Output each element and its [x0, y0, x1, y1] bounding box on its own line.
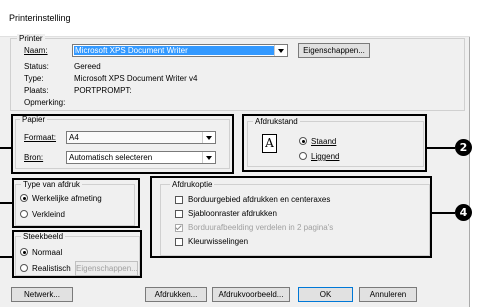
callout-print-options-box	[150, 176, 432, 258]
dialog-title: Printerinstelling	[9, 13, 71, 23]
type-label: Type:	[24, 74, 44, 83]
place-label: Plaats:	[24, 86, 49, 95]
print-button[interactable]: Afdrukken...	[145, 287, 207, 302]
comment-label: Opmerking:	[24, 98, 66, 107]
callout-paper-line	[0, 147, 11, 149]
status-value: Gereed	[74, 62, 101, 71]
cancel-button[interactable]: Annuleren	[359, 287, 417, 302]
callout-paper-box	[11, 114, 234, 174]
title-bar: Printerinstelling	[0, 0, 470, 37]
type-value: Microsoft XPS Document Writer v4	[74, 74, 198, 83]
network-button[interactable]: Netwerk...	[11, 287, 73, 302]
callout-badge-4: 4	[455, 204, 472, 221]
callout-stitch-image-line	[0, 256, 12, 258]
status-label: Status:	[24, 62, 49, 71]
callout-badge-2: 2	[455, 139, 472, 156]
callout-orientation-line	[427, 147, 455, 149]
print-preview-button[interactable]: Afdrukvoorbeeld...	[212, 287, 290, 302]
callout-print-options-line	[432, 212, 455, 214]
printer-group-legend: Printer	[17, 34, 45, 43]
ok-button[interactable]: OK	[298, 287, 353, 302]
place-value: PORTPROMPT:	[74, 86, 132, 95]
printer-name-value: Microsoft XPS Document Writer	[75, 46, 188, 55]
callout-print-type-line	[0, 202, 12, 204]
chevron-down-icon	[274, 45, 287, 56]
printer-name-dropdown[interactable]: Microsoft XPS Document Writer	[72, 44, 288, 57]
printer-name-label: Naam:	[24, 46, 48, 55]
printer-properties-button[interactable]: Eigenschappen...	[298, 43, 370, 58]
callout-orientation-box	[242, 114, 427, 172]
callout-stitch-image-box	[12, 230, 142, 278]
callout-print-type-box	[12, 178, 140, 228]
